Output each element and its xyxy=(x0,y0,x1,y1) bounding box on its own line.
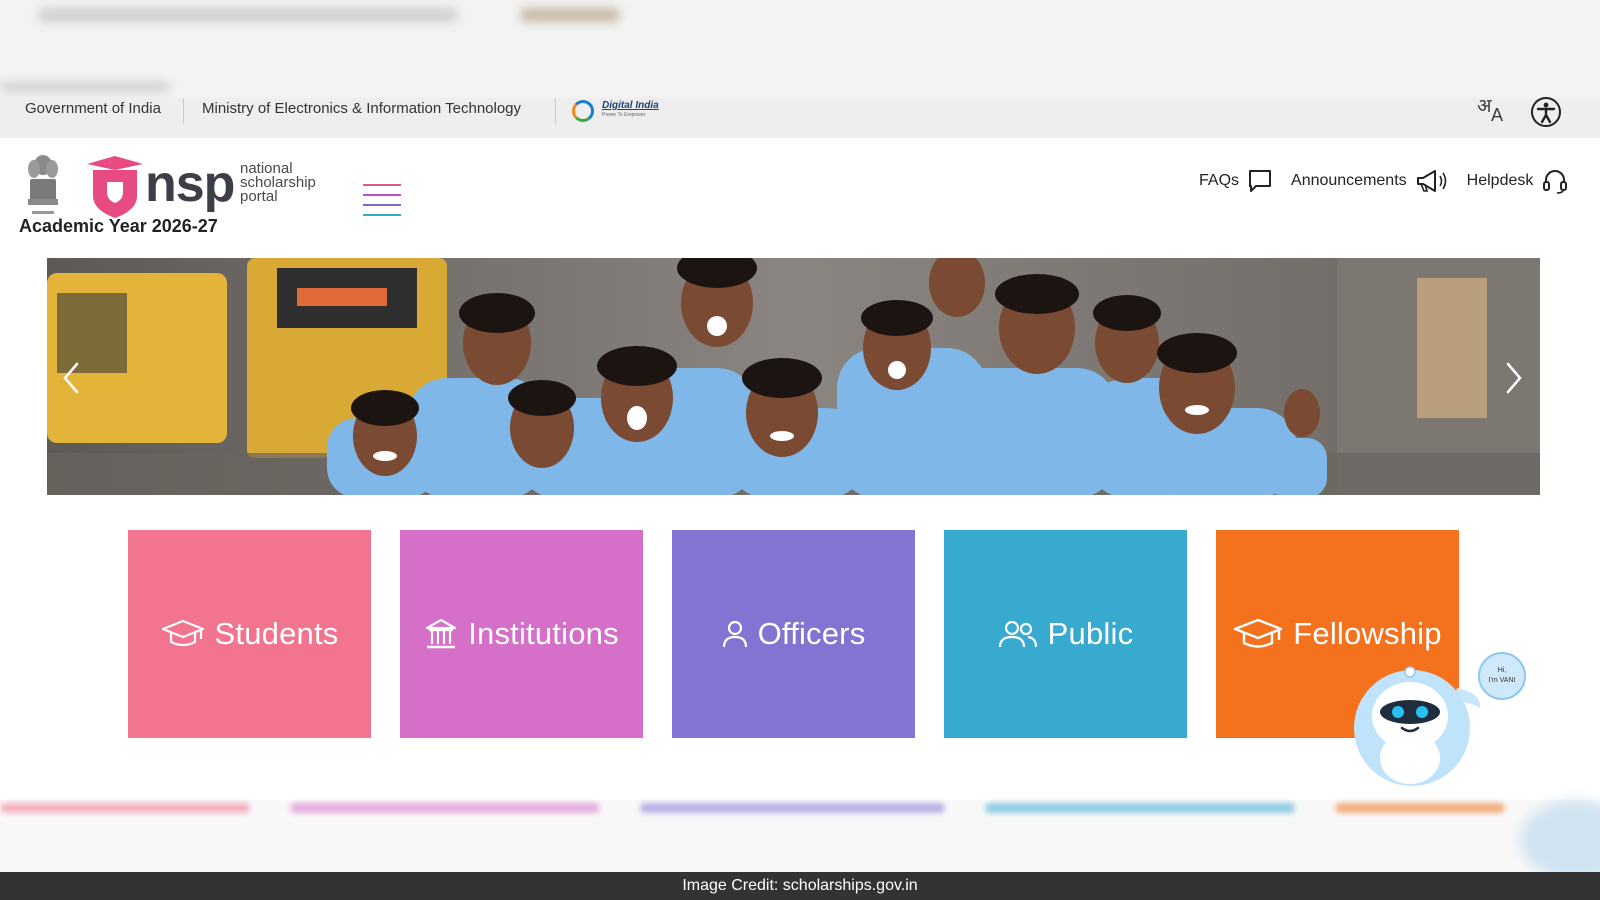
vani-greeting-bubble: Hi, I'm VANI xyxy=(1478,652,1526,700)
fellowship-label: Fellowship xyxy=(1293,616,1442,651)
accessibility-icon[interactable] xyxy=(1530,96,1562,128)
academic-year-label: Academic Year 2026-27 xyxy=(19,216,218,236)
image-credit-caption: Image Credit: scholarships.gov.in xyxy=(0,872,1600,900)
helpdesk-link[interactable]: Helpdesk xyxy=(1467,167,1570,195)
robot-icon xyxy=(1354,666,1481,786)
chevron-left-icon xyxy=(63,362,79,394)
language-toggle-icon[interactable]: अ A xyxy=(1477,92,1511,132)
chat-icon xyxy=(1249,170,1272,192)
announcements-link[interactable]: Announcements xyxy=(1291,168,1449,194)
decorative-stripe xyxy=(640,803,945,813)
institution-icon xyxy=(426,618,457,649)
nsp-logo[interactable]: nsp national scholarship portal xyxy=(85,155,335,218)
nsp-shield-icon xyxy=(87,156,143,218)
chevron-right-icon xyxy=(1506,362,1522,394)
graduation-cap-icon xyxy=(161,619,204,647)
blurred-browser-bar xyxy=(0,0,1600,98)
blurred-address xyxy=(0,82,170,92)
hero-carousel[interactable] xyxy=(47,258,1540,495)
carousel-prev-button[interactable] xyxy=(57,358,87,398)
graduation-cap-icon xyxy=(1234,618,1283,648)
blurred-tab-title xyxy=(520,8,620,22)
digital-india-logo[interactable]: Digital India Power To Empower xyxy=(572,98,682,124)
institutions-label: Institutions xyxy=(468,616,619,651)
institutions-tile[interactable]: Institutions xyxy=(400,530,643,738)
digital-india-swoosh-icon xyxy=(572,100,594,122)
students-label: Students xyxy=(214,616,339,651)
digital-india-tagline: Power To Empower xyxy=(602,112,646,118)
decorative-stripe xyxy=(1335,803,1505,813)
decorative-stripe xyxy=(290,803,600,813)
public-tile[interactable]: Public xyxy=(944,530,1187,738)
digital-india-text: Digital India xyxy=(602,100,659,111)
nsp-wordmark: nsp xyxy=(145,155,235,213)
public-label: Public xyxy=(1047,616,1134,651)
faqs-label: FAQs xyxy=(1199,172,1240,189)
national-emblem-icon xyxy=(24,151,62,219)
decorative-stripe xyxy=(0,803,250,813)
faqs-link[interactable]: FAQs xyxy=(1199,168,1273,194)
users-icon xyxy=(998,620,1037,648)
divider xyxy=(555,98,556,124)
divider xyxy=(183,98,184,124)
megaphone-icon xyxy=(1416,170,1446,192)
nsp-tagline: national scholarship portal xyxy=(240,160,316,205)
decorative-stripe xyxy=(985,803,1295,813)
officers-label: Officers xyxy=(757,616,866,651)
government-strip: Government of India Ministry of Electron… xyxy=(0,95,1600,138)
vani-chatbot-button[interactable]: Hi, I'm VANI xyxy=(1352,648,1532,793)
headset-icon xyxy=(1543,170,1568,194)
students-banner-image xyxy=(47,258,1540,495)
user-icon xyxy=(722,620,747,648)
blurred-tab-title xyxy=(38,8,458,22)
carousel-next-button[interactable] xyxy=(1498,358,1528,398)
menu-hamburger-icon[interactable] xyxy=(363,184,401,218)
helpdesk-label: Helpdesk xyxy=(1466,172,1534,189)
header-links: FAQs Announcements Helpdesk xyxy=(1199,166,1587,196)
ministry-link[interactable]: Ministry of Electronics & Information Te… xyxy=(202,98,521,120)
students-tile[interactable]: Students xyxy=(128,530,371,738)
officers-tile[interactable]: Officers xyxy=(672,530,915,738)
government-of-india-link[interactable]: Government of India xyxy=(25,98,161,120)
announcements-label: Announcements xyxy=(1291,172,1407,189)
